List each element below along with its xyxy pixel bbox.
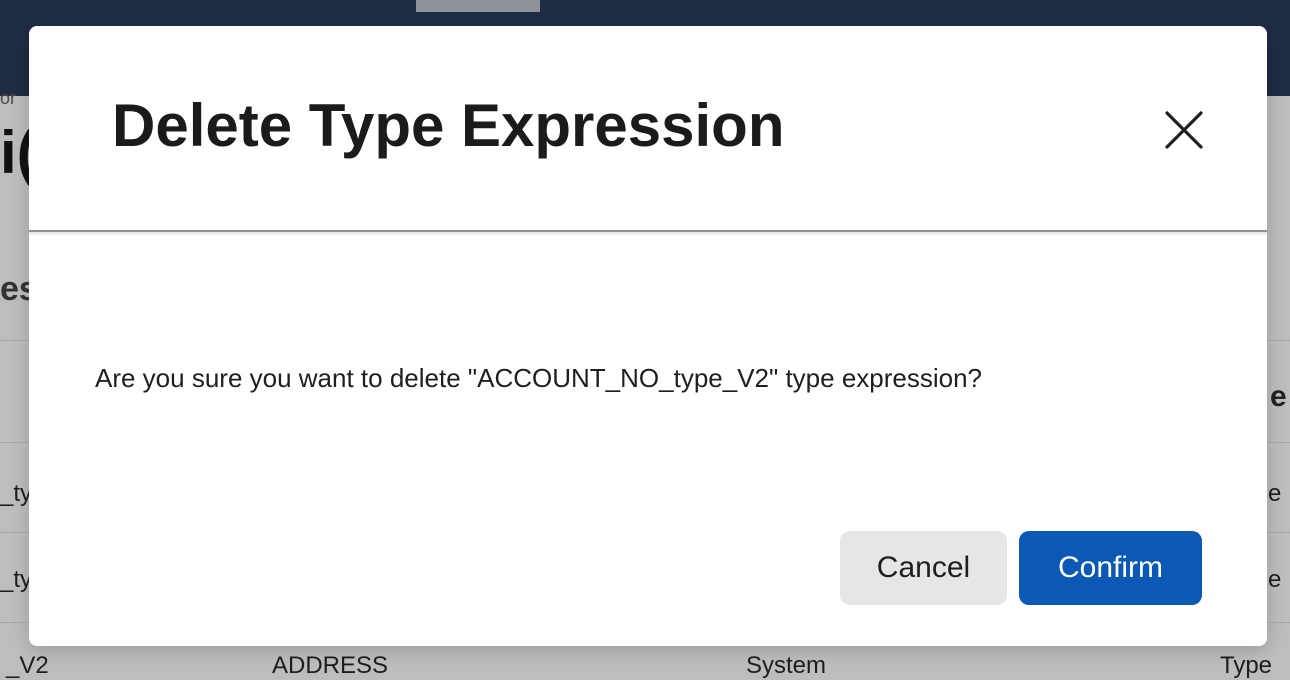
table-cell: System <box>746 652 827 679</box>
dialog-header: Delete Type Expression <box>29 26 1267 232</box>
table-cell: _ty <box>0 566 33 593</box>
table-cell: ADDRESS <box>272 652 389 679</box>
cancel-button[interactable]: Cancel <box>840 531 1007 605</box>
top-nav-tab <box>416 0 540 12</box>
dialog-title: Delete Type Expression <box>112 92 785 159</box>
table-cell: Type <box>1220 652 1273 679</box>
table-column-header: e <box>1270 380 1287 413</box>
close-icon <box>1165 111 1203 149</box>
breadcrumb: or <box>0 88 17 108</box>
table-cell: e <box>1268 480 1282 507</box>
delete-type-expression-dialog: Delete Type Expression Are you sure you … <box>29 26 1267 646</box>
table-cell: _V2 <box>6 652 49 679</box>
close-button[interactable] <box>1152 98 1216 162</box>
confirm-button[interactable]: Confirm <box>1019 531 1202 605</box>
dialog-message: Are you sure you want to delete "ACCOUNT… <box>95 363 983 393</box>
table-cell: e <box>1268 566 1282 593</box>
table-cell: _ty <box>0 480 33 507</box>
